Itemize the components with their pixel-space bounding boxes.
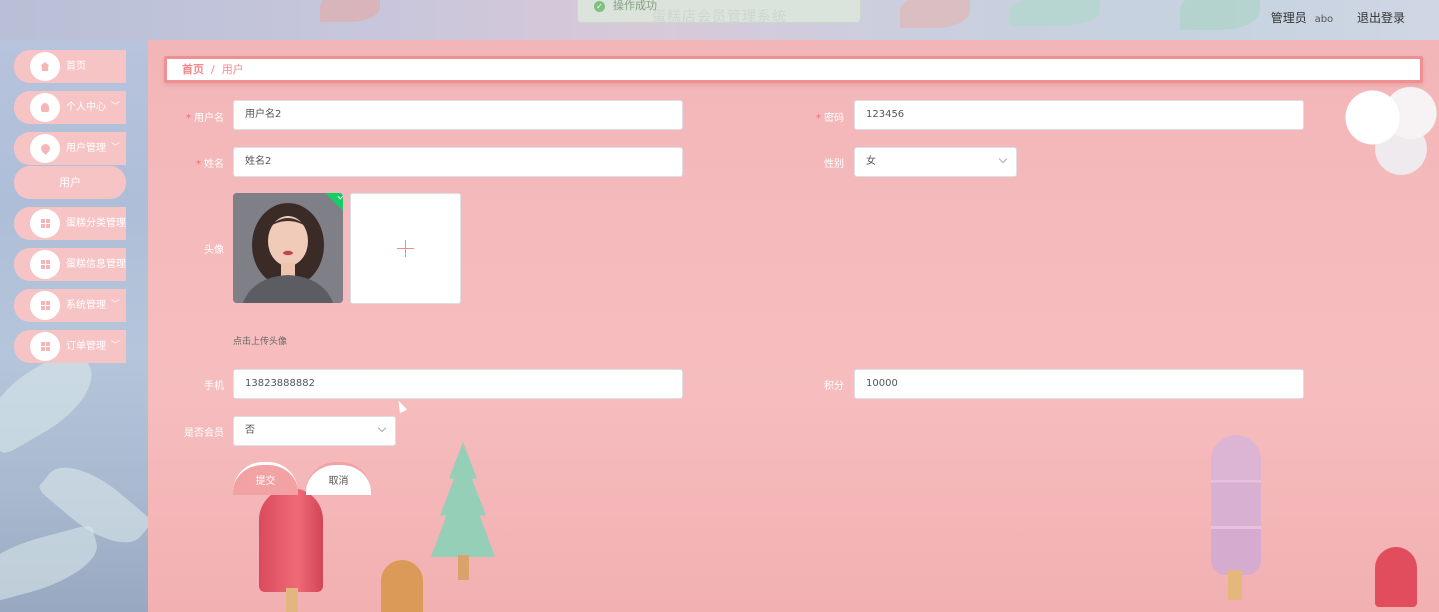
gender-label: 性别: [824, 159, 844, 170]
avatar-upload-hint: 点击上传头像: [233, 337, 288, 347]
sidebar-item-label: 首页: [66, 61, 86, 72]
username-label: * 用户名: [154, 109, 224, 124]
plus-icon: [397, 240, 414, 257]
sidebar-item-label: 蛋糕信息管理: [66, 259, 126, 270]
name-label: * 姓名: [154, 155, 224, 170]
popsicle-stick-decoration: [286, 588, 298, 612]
dome-decoration: [381, 560, 423, 612]
chevron-down-icon: [998, 154, 1008, 164]
phone-label: 手机: [204, 381, 224, 392]
gender-select[interactable]: 女: [854, 147, 1017, 177]
pin-icon: [30, 134, 60, 163]
portrait-image: [233, 193, 343, 303]
sidebar-item-label: 个人中心: [66, 102, 106, 113]
password-label: * 密码: [774, 109, 844, 124]
avatar-image[interactable]: [233, 193, 343, 303]
name-field[interactable]: 姓名2: [233, 147, 683, 177]
breadcrumb-home[interactable]: 首页: [182, 63, 204, 76]
sidebar-item-home[interactable]: 首页: [14, 50, 126, 83]
avatar-upload-button[interactable]: [350, 193, 461, 304]
popsicle-decoration: [259, 488, 323, 592]
username-field[interactable]: 用户名2: [233, 100, 683, 130]
required-mark: *: [186, 113, 191, 124]
sidebar-item-label: 蛋糕分类管理: [66, 218, 126, 229]
check-circle-icon: ✓: [594, 0, 605, 12]
sidebar-item-profile[interactable]: 个人中心 ﹀: [14, 91, 126, 124]
home-icon: [30, 52, 60, 81]
chevron-down-icon: ﹀: [110, 341, 120, 351]
sidebar-item-system[interactable]: 系统管理 ﹀: [14, 289, 126, 322]
password-field[interactable]: 123456: [854, 100, 1304, 130]
chevron-down-icon: ﹀: [110, 300, 120, 310]
sidebar-item-label: 用户管理: [66, 143, 106, 154]
grid-icon: [30, 250, 60, 279]
sidebar-item-orders[interactable]: 订单管理 ﹀: [14, 330, 126, 363]
mouse-cursor-icon: [394, 398, 408, 414]
sidebar-item-cake-info[interactable]: 蛋糕信息管理: [14, 248, 126, 281]
name-label-text: 姓名: [204, 159, 224, 170]
phone-field[interactable]: 13823888882: [233, 369, 683, 399]
sidebar: 首页 个人中心 ﹀ 用户管理 ﹀ 用户 蛋糕分类管理 蛋糕信息管理 系统管理 ﹀…: [0, 40, 148, 612]
grid-icon: [30, 291, 60, 320]
decor-leaf: [0, 524, 105, 606]
grid-icon: [30, 332, 60, 361]
toast-text: 操作成功: [613, 0, 657, 12]
chevron-down-icon: ﹀: [110, 143, 120, 153]
submit-button[interactable]: 提交: [233, 462, 298, 495]
tree-decoration: [431, 442, 495, 557]
member-label: 是否会员: [184, 428, 224, 439]
gender-select-value: 女: [866, 156, 876, 167]
cancel-button[interactable]: 取消: [306, 462, 371, 495]
stick-decoration: [1228, 570, 1242, 600]
sidebar-subitem-user[interactable]: 用户: [14, 166, 126, 199]
required-mark: *: [196, 159, 201, 170]
user-icon: [30, 93, 60, 122]
points-field[interactable]: 10000: [854, 369, 1304, 399]
breadcrumb-separator: /: [211, 63, 215, 76]
username-label-text: 用户名: [194, 113, 224, 124]
grid-icon: [30, 209, 60, 238]
member-select[interactable]: 否: [233, 416, 396, 446]
breadcrumb: 首页 / 用户: [164, 56, 1423, 83]
points-label: 积分: [824, 381, 844, 392]
sidebar-item-cake-category[interactable]: 蛋糕分类管理: [14, 207, 126, 240]
sidebar-item-label: 系统管理: [66, 300, 106, 311]
chevron-down-icon: ﹀: [110, 102, 120, 112]
user-area: 管理员 abo 退出登录: [1267, 9, 1405, 26]
chevron-down-icon: [377, 423, 387, 433]
stacked-tree-decoration: [1211, 435, 1261, 575]
tree-trunk-decoration: [458, 555, 469, 580]
user-name: abo: [1314, 14, 1334, 25]
sidebar-item-label: 订单管理: [66, 341, 106, 352]
logout-link[interactable]: 退出登录: [1357, 11, 1405, 25]
top-bar: 蛋糕店会员管理系统 ✓操作成功 管理员 abo 退出登录: [0, 0, 1439, 40]
avatar-label: 头像: [204, 245, 224, 256]
required-mark: *: [816, 113, 821, 124]
red-popsicle-decoration: [1375, 547, 1417, 607]
snowball-decoration: [1344, 86, 1439, 176]
user-role: 管理员: [1270, 11, 1307, 25]
password-label-text: 密码: [824, 113, 844, 124]
member-select-value: 否: [245, 425, 255, 436]
main-content: 首页 / 用户 * 用户名 用户名2 * 密码 123456 * 姓名 姓名2 性别 女 …: [148, 40, 1439, 612]
success-toast: ✓ 操作成功: [577, 0, 861, 23]
breadcrumb-current: 用户: [221, 63, 244, 76]
sidebar-item-user-management[interactable]: 用户管理 ﹀: [14, 132, 126, 165]
